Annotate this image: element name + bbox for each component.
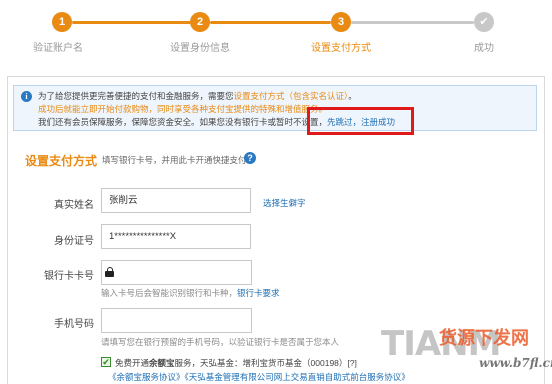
red-highlight-box [307,107,414,135]
progress-steps: 1 2 3 ✔ 验证账户名 设置身份信息 设置支付方式 成功 [0,0,552,62]
card-requirements-link[interactable]: 银行卡要求 [237,288,280,298]
step-3-label: 设置支付方式 [311,43,371,54]
step-1-circle: 1 [52,12,72,32]
yuebao-agree-text: 免费开通余额宝服务，天弘基金：增利宝货币基金（000198）[?] [115,357,357,369]
phone-input[interactable] [101,308,252,333]
step-2-circle: 2 [190,12,210,32]
card-hint-text: 输入卡号后会智能识别银行和卡种， [101,288,238,298]
notice-highlight-text: 设置支付方式（包含实名认证） [233,91,349,101]
info-notice: i 为了给您提供更完善便捷的支付和金融服务，需要您设置支付方式（包含实名认证）。… [13,85,537,131]
step-3-circle: 3 [331,12,351,32]
step-1-label: 验证账户名 [33,43,83,54]
step-connector-2-3 [210,21,331,24]
id-label: 身份证号 [54,236,94,247]
agree-text-c: 服务，天弘基金：增利宝货币基金（000198）[?] [174,358,357,368]
agree-text-b: 余额宝 [149,358,175,368]
phone-label: 手机号码 [54,319,94,330]
agreement-links[interactable]: 《余额宝服务协议》《天弘基金管理有限公司网上交易直销自助式前台服务协议》 [108,371,410,383]
step-connector-1-2 [72,21,191,24]
step-4-check-icon: ✔ [474,12,494,32]
name-label: 真实姓名 [54,200,94,211]
card-hint: 输入卡号后会智能识别银行和卡种，银行卡要求 [101,287,280,299]
step-4-label: 成功 [474,43,494,54]
notice-text-end: 。 [348,91,357,101]
notice-text: 为了给您提供更完善便捷的支付和金融服务，需要您 [38,91,234,101]
step-connector-3-4 [351,21,474,24]
notice-text-3: 我们还有会员保障服务，保障您资金安全。如果您没有银行卡或暂时不设置， [38,117,328,127]
notice-line-1: 为了给您提供更完善便捷的支付和金融服务，需要您设置支付方式（包含实名认证）。 [38,90,357,102]
lock-icon [105,267,114,277]
help-icon[interactable]: ? [244,152,256,164]
agree-checkbox[interactable]: ✔ [101,357,111,367]
notice-line-2: 成功后就能立即开始付款购物，同时享受各种支付宝提供的特殊和增值服务。 [38,104,328,114]
section-subtitle: 填写银行卡号，并用此卡开通快捷支付 [102,155,247,165]
rare-char-link[interactable]: 选择生僻字 [263,197,306,209]
step-2-label: 设置身份信息 [170,43,230,54]
id-number-input[interactable]: 1***************X [101,224,251,249]
bank-card-input[interactable] [101,260,252,285]
agree-text-a: 免费开通 [115,358,150,368]
real-name-input[interactable]: 张削云 [101,188,251,213]
info-icon: i [21,91,32,102]
card-label: 银行卡卡号 [44,271,94,282]
section-title: 设置支付方式 [25,154,98,168]
phone-hint: 请填写您在银行预留的手机号码，以验证银行卡是否属于您本人 [101,337,340,347]
